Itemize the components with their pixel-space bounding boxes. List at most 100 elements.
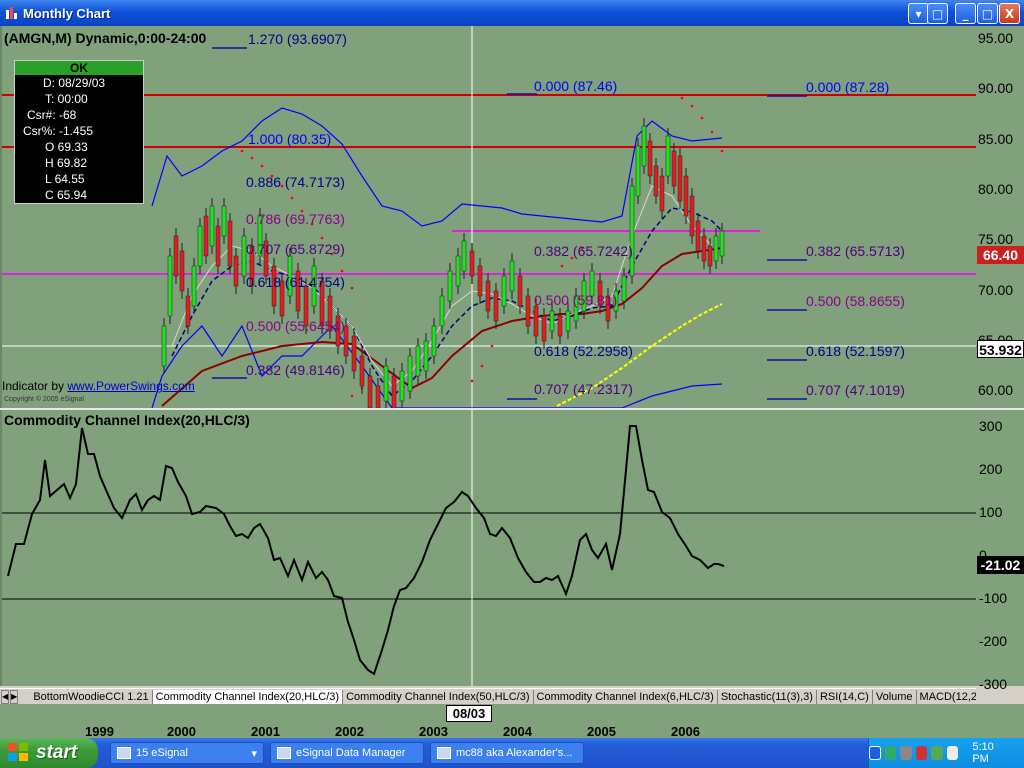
candle-body [659, 175, 665, 212]
candle-body [653, 165, 659, 197]
candle-body [647, 140, 653, 177]
esignal-icon [117, 747, 131, 759]
window-titlebar: Monthly Chart ▾ □ _ □ X [0, 0, 1024, 26]
candle-body [197, 225, 203, 267]
fib-label-0786: 0.786 (69.7763) [246, 211, 345, 227]
close-button[interactable]: X [999, 3, 1020, 24]
candle-body [707, 245, 713, 267]
candle-body [635, 145, 641, 197]
candle-body [447, 270, 453, 302]
info-low: L 64.55 [45, 172, 85, 186]
windows-flag-icon [8, 743, 30, 763]
windows-taskbar: start 15 eSignal ▾ eSignal Data Manager m… [0, 738, 1024, 768]
info-ok-header: OK [15, 61, 143, 75]
maximize-button[interactable]: □ [977, 3, 998, 24]
candle-body [161, 325, 167, 367]
x-label-2000: 2000 [167, 724, 196, 739]
indicator-tabs: ◀ ▶ BottomWoodieCCI 1.21 Commodity Chann… [0, 688, 976, 704]
candle-body [683, 175, 689, 217]
network-icon[interactable] [884, 746, 897, 760]
tab-scroll-left-button[interactable]: ◀ [1, 689, 10, 704]
task-esignal[interactable]: 15 eSignal ▾ [110, 742, 264, 764]
x-axis: 1999 2000 2001 2002 2003 2004 2005 2006 [0, 704, 1024, 739]
candle-body [557, 315, 563, 337]
candle-body [461, 240, 467, 272]
cursor-info-box: OK D: 08/29/03 T: 00:00 Csr#: -68 Csr%: … [14, 60, 144, 204]
fib-right-0707: 0.707 (47.1019) [806, 382, 905, 398]
x-label-2006: 2006 [671, 724, 700, 739]
candle-body [399, 370, 405, 402]
candle-body [509, 260, 515, 292]
tab-macd[interactable]: MACD(12,2 [917, 690, 976, 704]
candle-body [167, 255, 173, 317]
candle-body [565, 310, 571, 332]
start-label: start [36, 742, 78, 763]
tab-cci-50[interactable]: Commodity Channel Index(50,HLC/3) [343, 689, 534, 704]
fib-label-0618: 0.618 (61.4754) [246, 274, 345, 290]
candle-body [173, 235, 179, 277]
cci-svg [2, 410, 976, 686]
candle-body [351, 335, 357, 372]
start-button[interactable]: start [0, 738, 98, 768]
cci-line [7, 425, 725, 676]
tab-stochastic[interactable]: Stochastic(11(3),3) [718, 689, 817, 704]
candle-body [179, 250, 185, 292]
candle-body [455, 255, 461, 287]
cci-tick: -300 [979, 676, 1008, 692]
fib-label-1270: 1.270 (93.6907) [248, 31, 347, 47]
fib-right-0500: 0.500 (58.8655) [806, 293, 905, 309]
candle-body [671, 150, 677, 187]
tray-back-icon[interactable] [868, 746, 881, 760]
collapse-button[interactable]: ▾ [908, 3, 929, 24]
bollinger-lower-band [151, 324, 723, 408]
candle-body [689, 195, 695, 237]
indicator-credit: Indicator by www.PowerSwings.com [2, 379, 195, 393]
cci-panel[interactable]: Commodity Channel Index(20,HLC/3) [0, 410, 976, 686]
volume-icon[interactable] [946, 746, 959, 760]
system-tray: 5:10 PM [868, 738, 1024, 768]
info-csr-pct: Csr%: -1.455 [23, 124, 94, 138]
last-price-badge: 66.40 [977, 246, 1024, 264]
candle-body [383, 365, 389, 402]
cci-y-axis: 300 200 100 0 -100 -200 -300 [976, 410, 1024, 692]
tab-rsi[interactable]: RSI(14,C) [817, 689, 873, 704]
candle-body [423, 340, 429, 372]
candle-body [227, 220, 233, 267]
x-cursor-date: 08/03 [446, 705, 492, 722]
tab-cci-6[interactable]: Commodity Channel Index(6,HLC/3) [534, 689, 718, 704]
candle-body [621, 275, 627, 302]
x-label-2004: 2004 [503, 724, 532, 739]
info-csr: Csr#: -68 [27, 108, 77, 122]
cci-last-value-badge: -21.02 [977, 556, 1024, 574]
tab-volume[interactable]: Volume [873, 689, 917, 704]
tab-scroll-right-button[interactable]: ▶ [10, 689, 19, 704]
candle-body [641, 125, 647, 167]
clock: 5:10 PM [972, 741, 994, 765]
fib-mid-0707: 0.707 (47.2317) [534, 381, 633, 397]
candle-body [549, 310, 555, 332]
x-label-1999: 1999 [85, 724, 114, 739]
candle-body [533, 305, 539, 337]
candle-body [701, 235, 707, 262]
tab-bottomwoodiecci[interactable]: BottomWoodieCCI 1.21 [30, 689, 153, 704]
tab-cci-20[interactable]: Commodity Channel Index(20,HLC/3) [152, 689, 344, 704]
info-high: H 69.82 [45, 156, 88, 170]
candle-body [677, 155, 683, 202]
cursor-price-badge: 53.932 [977, 340, 1024, 358]
task-esignal-data-manager[interactable]: eSignal Data Manager [270, 742, 424, 764]
chart-app-icon [5, 6, 19, 20]
minimize-button[interactable]: _ [955, 3, 976, 24]
candle-body [695, 220, 701, 252]
monitor-icon[interactable] [931, 746, 943, 760]
task-browser[interactable]: mc88 aka Alexander's... [430, 742, 584, 764]
candle-body [431, 325, 437, 357]
restore-window-button[interactable]: □ [927, 3, 948, 24]
security-icon[interactable] [915, 746, 928, 760]
candle-body [439, 295, 445, 327]
printer-icon[interactable] [900, 746, 912, 760]
indicator-credit-link[interactable]: www.PowerSwings.com [67, 379, 194, 393]
x-label-2003: 2003 [419, 724, 448, 739]
price-tick: 90.00 [978, 80, 1014, 97]
candle-body [719, 230, 725, 257]
info-date: D: 08/29/03 [43, 76, 106, 90]
